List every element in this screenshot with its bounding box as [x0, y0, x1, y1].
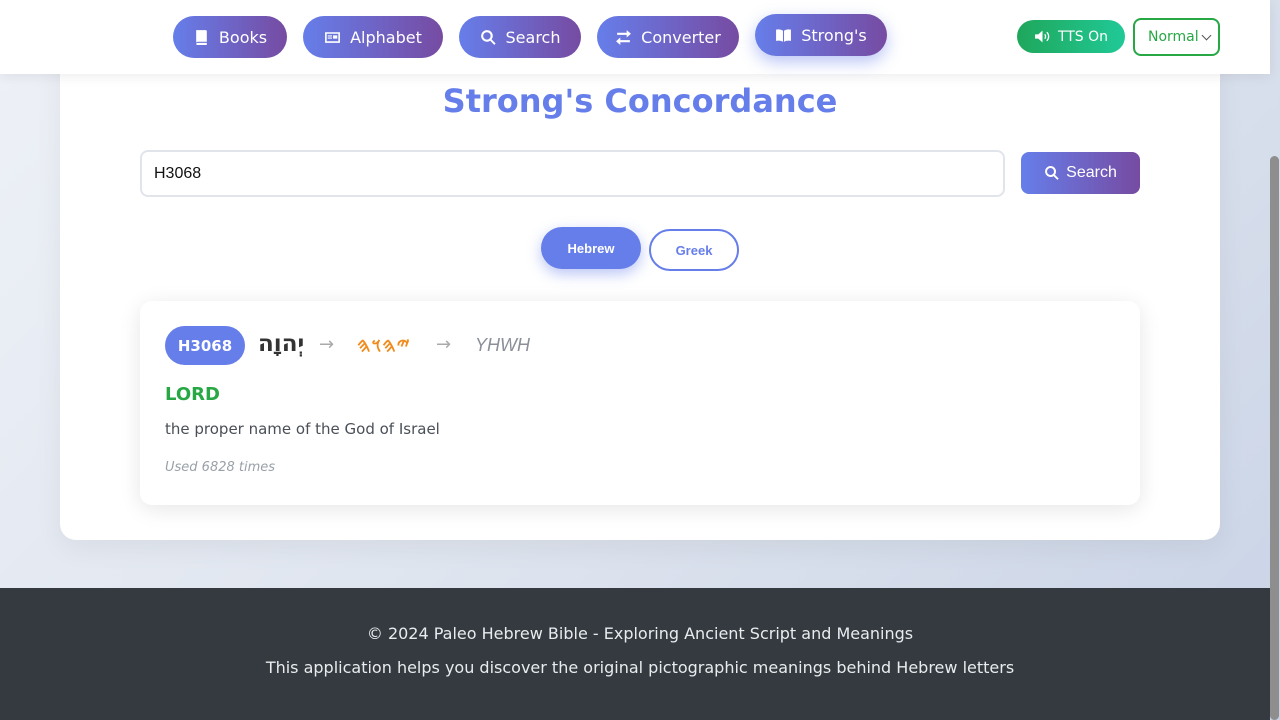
- book-icon: [196, 29, 207, 45]
- speed-select-value: Normal: [1148, 29, 1199, 45]
- open-book-icon: [776, 28, 792, 42]
- nav-alphabet-label: Alphabet: [350, 27, 422, 47]
- nav-converter-label: Converter: [641, 27, 721, 47]
- greek-toggle-button[interactable]: Greek: [649, 229, 739, 271]
- search-button[interactable]: Search: [1021, 152, 1140, 194]
- nav-strongs-button[interactable]: Strong's: [755, 14, 887, 56]
- footer: © 2024 Paleo Hebrew Bible - Exploring An…: [0, 588, 1270, 720]
- paleo-hebrew-word: 𐤉𐤄𐤅𐤄: [357, 333, 411, 357]
- arrow-icon: →: [436, 334, 452, 355]
- search-icon: [1045, 166, 1059, 180]
- top-navbar: Books Alphabet Search Converter Strong's…: [0, 0, 1270, 74]
- speed-select[interactable]: Normal: [1133, 18, 1220, 56]
- nav-books-button[interactable]: Books: [173, 16, 287, 58]
- id-card-icon: [325, 31, 341, 43]
- nav-converter-button[interactable]: Converter: [597, 16, 739, 58]
- nav-strongs-label: Strong's: [801, 25, 867, 45]
- chevron-down-icon: [1201, 30, 1212, 41]
- nav-search-button[interactable]: Search: [459, 16, 581, 58]
- page-title: Strong's Concordance: [442, 82, 838, 120]
- scrollbar-thumb[interactable]: [1270, 156, 1279, 720]
- definition: the proper name of the God of Israel: [165, 420, 440, 438]
- gloss: LORD: [165, 384, 220, 405]
- nav-alphabet-button[interactable]: Alphabet: [303, 16, 443, 58]
- nav-books-label: Books: [218, 27, 268, 47]
- strongs-search-input[interactable]: H3068: [140, 150, 1005, 197]
- tts-label: TTS On: [1057, 28, 1109, 45]
- arrow-icon: →: [319, 334, 335, 355]
- footer-tagline: This application helps you discover the …: [265, 658, 1015, 677]
- strongs-number-badge: H3068: [165, 326, 245, 365]
- usage-count: Used 6828 times: [165, 460, 276, 475]
- transliteration: YHWH: [475, 335, 530, 355]
- speaker-icon: [1035, 30, 1050, 43]
- tts-toggle-button[interactable]: TTS On: [1017, 20, 1125, 53]
- exchange-icon: [616, 29, 632, 45]
- hebrew-word: יְהוָה: [258, 331, 305, 357]
- nav-search-label: Search: [505, 27, 561, 47]
- hebrew-toggle-button[interactable]: Hebrew: [541, 227, 641, 269]
- search-icon: [480, 29, 496, 45]
- footer-copyright: © 2024 Paleo Hebrew Bible - Exploring An…: [366, 624, 914, 643]
- search-button-label: Search: [1066, 164, 1117, 181]
